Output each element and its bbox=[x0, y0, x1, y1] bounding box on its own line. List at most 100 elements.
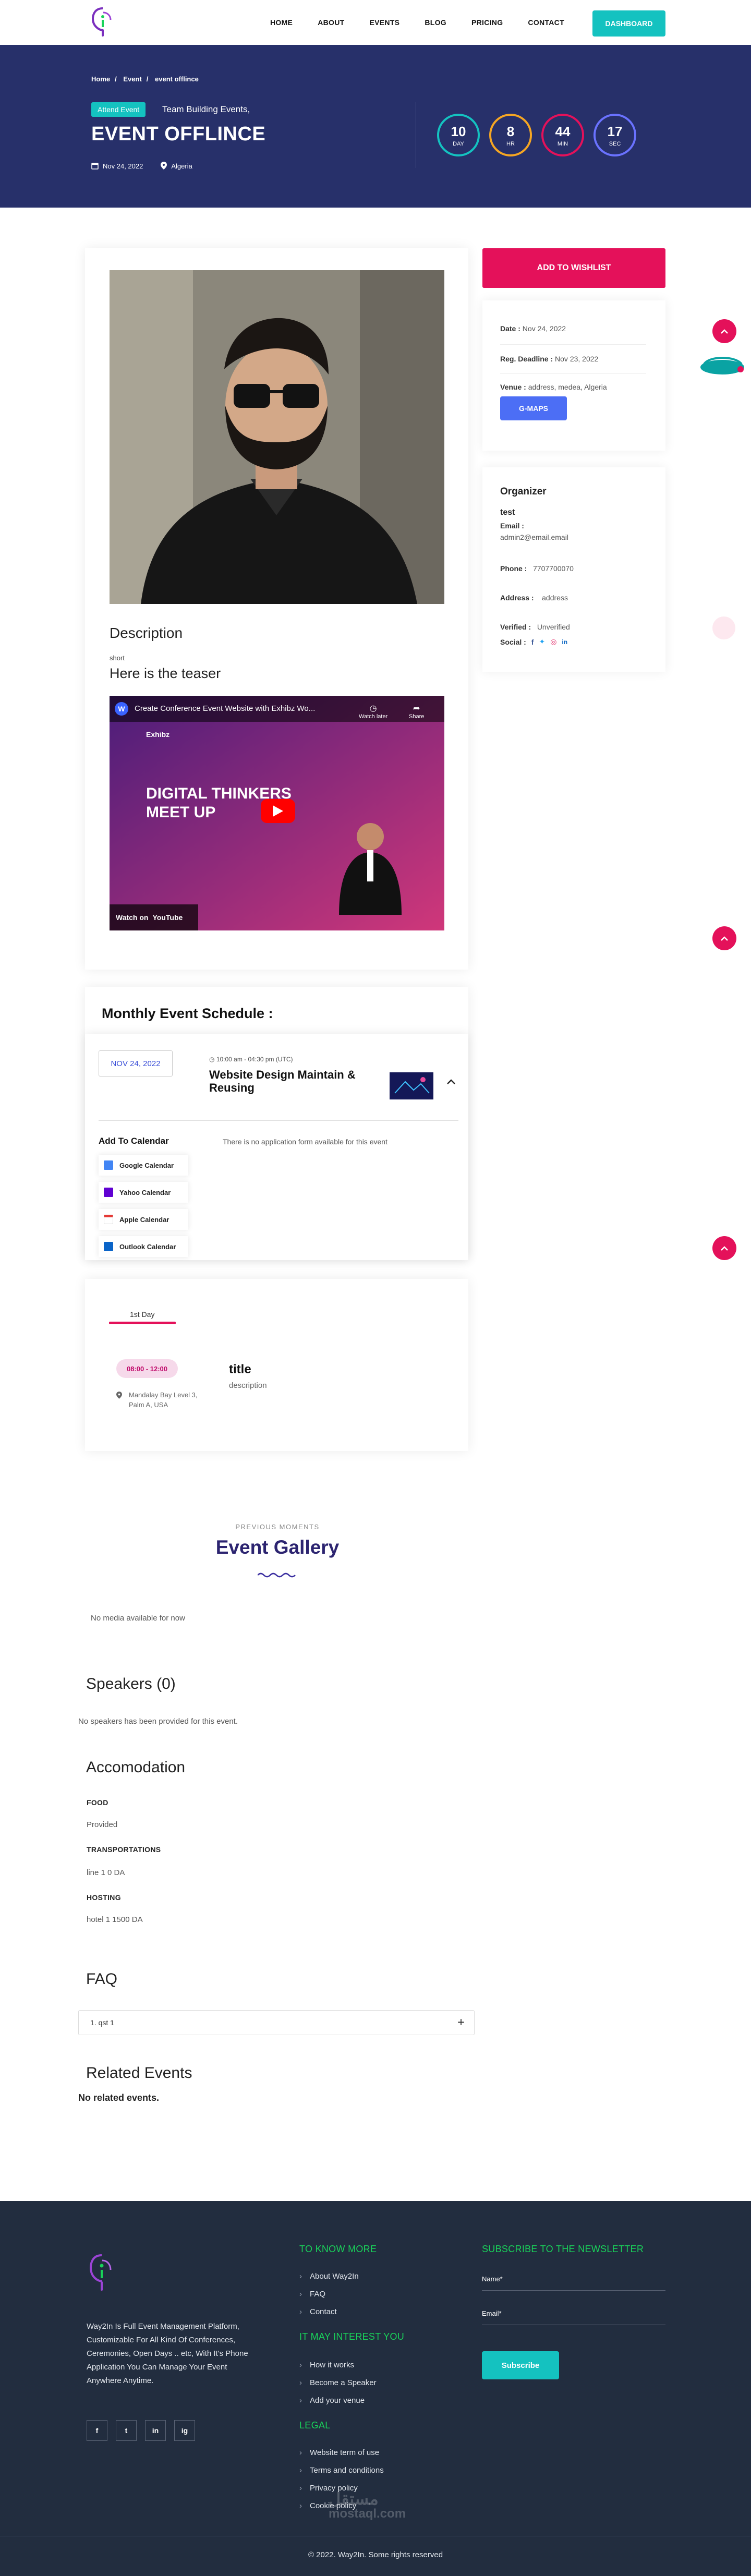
event-meta: Nov 24, 2022 Algeria bbox=[91, 162, 192, 170]
footer-linkedin-icon[interactable]: in bbox=[145, 2420, 166, 2441]
footer-about-text: Way2In Is Full Event Management Platform… bbox=[87, 2322, 248, 2385]
apple-calendar-button[interactable]: Apple Calendar bbox=[99, 1209, 188, 1230]
accomodation-label: TRANSPORTATIONS bbox=[87, 1845, 161, 1854]
g-maps-button[interactable]: G-MAPS bbox=[500, 396, 567, 420]
event-location: Algeria bbox=[161, 162, 192, 170]
youtube-video-embed[interactable]: W Create Conference Event Website with E… bbox=[110, 696, 444, 930]
breadcrumb-event[interactable]: Event bbox=[123, 75, 141, 83]
video-title[interactable]: Create Conference Event Website with Exh… bbox=[135, 704, 315, 713]
share-icon: ➦ bbox=[413, 704, 420, 713]
nav-home[interactable]: HOME bbox=[270, 18, 293, 27]
twitter-icon[interactable]: ✦ bbox=[539, 637, 545, 646]
agenda-day-tab[interactable]: 1st Day bbox=[130, 1310, 154, 1319]
chevron-up-icon bbox=[447, 1079, 455, 1084]
scroll-up-button[interactable] bbox=[712, 926, 736, 950]
outlook-calendar-button[interactable]: Outlook Calendar bbox=[99, 1236, 188, 1257]
description-heading: Description bbox=[110, 625, 183, 641]
watch-on-label: Watch on bbox=[116, 913, 149, 922]
organizer-social: Social : f ✦ ◎ in bbox=[500, 637, 567, 646]
verified-label: Verified : bbox=[500, 623, 531, 631]
breadcrumb-home[interactable]: Home bbox=[91, 75, 110, 83]
share-button[interactable]: ➦ Share bbox=[409, 703, 424, 720]
schedule-title[interactable]: Website Design Maintain & Reusing bbox=[209, 1068, 376, 1095]
scroll-up-button[interactable] bbox=[712, 319, 736, 343]
facebook-icon[interactable]: f bbox=[531, 638, 534, 646]
monthly-schedule-card: Monthly Event Schedule : NOV 24, 2022 ◷ … bbox=[85, 987, 468, 1260]
agenda-title: title bbox=[229, 1362, 251, 1376]
footer-link[interactable]: Website term of use bbox=[299, 2448, 379, 2457]
subscribe-button[interactable]: Subscribe bbox=[482, 2351, 559, 2379]
floating-decoration-icon bbox=[700, 357, 744, 374]
schedule-time-text: 10:00 am - 04:30 pm (UTC) bbox=[216, 1056, 293, 1063]
footer-link[interactable]: About Way2In bbox=[299, 2272, 359, 2281]
top-navbar: HOME ABOUT EVENTS BLOG PRICING CONTACT D… bbox=[0, 0, 751, 45]
dashboard-button[interactable]: DASHBOARD bbox=[592, 10, 665, 37]
yahoo-calendar-button[interactable]: Yahoo Calendar bbox=[99, 1182, 188, 1203]
countdown-unit: MIN bbox=[557, 140, 568, 147]
schedule-date: NOV 24, 2022 bbox=[99, 1050, 173, 1077]
accomodation-value: hotel 1 1500 DA bbox=[87, 1915, 143, 1924]
add-to-wishlist-button[interactable]: ADD TO WISHLIST bbox=[482, 248, 665, 288]
countdown-hours: 8 HR bbox=[489, 114, 532, 156]
map-pin-icon bbox=[161, 162, 167, 170]
nav-events[interactable]: EVENTS bbox=[369, 18, 399, 27]
countdown-value: 44 bbox=[555, 123, 571, 139]
info-deadline-value: Nov 23, 2022 bbox=[555, 355, 599, 363]
footer-link[interactable]: Add your venue bbox=[299, 2396, 365, 2405]
to-know-more-heading: TO KNOW MORE bbox=[299, 2244, 377, 2254]
nav-pricing[interactable]: PRICING bbox=[471, 18, 503, 27]
divider bbox=[500, 344, 646, 345]
watch-on-youtube[interactable]: Watch on YouTube bbox=[110, 904, 198, 930]
collapse-toggle[interactable] bbox=[447, 1078, 455, 1087]
organizer-email[interactable]: admin2@email.email bbox=[500, 533, 568, 541]
divider bbox=[99, 1120, 458, 1121]
footer-facebook-icon[interactable]: f bbox=[87, 2420, 107, 2441]
accomodation-heading: Accomodation bbox=[86, 1759, 186, 1776]
calendar-label: Outlook Calendar bbox=[119, 1242, 176, 1251]
calendar-label: Apple Calendar bbox=[119, 1215, 169, 1224]
linkedin-icon[interactable]: in bbox=[562, 638, 567, 646]
faq-item[interactable]: 1. qst 1 + bbox=[78, 2010, 475, 2035]
footer-twitter-icon[interactable]: t bbox=[116, 2420, 137, 2441]
breadcrumb-separator: / bbox=[146, 75, 149, 83]
footer-link[interactable]: Become a Speaker bbox=[299, 2378, 377, 2387]
scroll-up-button[interactable] bbox=[712, 1236, 736, 1260]
footer-link[interactable]: Contact bbox=[299, 2307, 337, 2316]
schedule-thumbnail bbox=[390, 1072, 433, 1099]
nav-contact[interactable]: CONTACT bbox=[528, 18, 564, 27]
info-deadline: Reg. Deadline : Nov 23, 2022 bbox=[500, 355, 598, 363]
channel-avatar[interactable]: W bbox=[115, 702, 128, 716]
related-events-heading: Related Events bbox=[86, 2064, 192, 2082]
accomodation-label: HOSTING bbox=[87, 1893, 121, 1902]
email-label: Email : bbox=[500, 522, 524, 530]
nav-about[interactable]: ABOUT bbox=[318, 18, 344, 27]
interest-heading: IT MAY INTEREST YOU bbox=[299, 2331, 405, 2342]
event-category[interactable]: Team Building Events, bbox=[162, 104, 250, 115]
footer-link[interactable]: FAQ bbox=[299, 2290, 325, 2299]
event-location-text: Algeria bbox=[171, 162, 192, 170]
watermark: مستقل mostaql.com bbox=[329, 2489, 406, 2521]
info-venue-value: address, medea, Algeria bbox=[528, 383, 607, 391]
site-logo[interactable] bbox=[90, 5, 116, 39]
instagram-icon[interactable]: ◎ bbox=[550, 637, 556, 646]
schedule-item: NOV 24, 2022 ◷ 10:00 am - 04:30 pm (UTC)… bbox=[85, 1034, 468, 1260]
play-button[interactable] bbox=[261, 799, 295, 823]
youtube-logo-icon: YouTube bbox=[152, 913, 183, 922]
share-label: Share bbox=[409, 713, 425, 720]
google-calendar-button[interactable]: Google Calendar bbox=[99, 1155, 188, 1176]
footer-instagram-icon[interactable]: ig bbox=[174, 2420, 195, 2441]
watermark-text: مستقل bbox=[329, 2489, 379, 2508]
countdown-unit: DAY bbox=[453, 140, 464, 147]
footer-link[interactable]: How it works bbox=[299, 2361, 354, 2369]
newsletter-name-input[interactable]: Name* bbox=[482, 2275, 665, 2291]
divider bbox=[500, 373, 646, 374]
address-value: address bbox=[542, 594, 568, 602]
footer-link[interactable]: Terms and conditions bbox=[299, 2466, 384, 2475]
attend-event-badge[interactable]: Attend Event bbox=[91, 102, 146, 117]
watch-later-button[interactable]: ◷ Watch later bbox=[359, 703, 387, 720]
speakers-empty-message: No speakers has been provided for this e… bbox=[78, 1717, 238, 1726]
footer-logo[interactable] bbox=[88, 2251, 116, 2295]
newsletter-email-input[interactable]: Email* bbox=[482, 2309, 665, 2325]
main-nav: HOME ABOUT EVENTS BLOG PRICING CONTACT bbox=[270, 18, 589, 27]
nav-blog[interactable]: BLOG bbox=[425, 18, 446, 27]
